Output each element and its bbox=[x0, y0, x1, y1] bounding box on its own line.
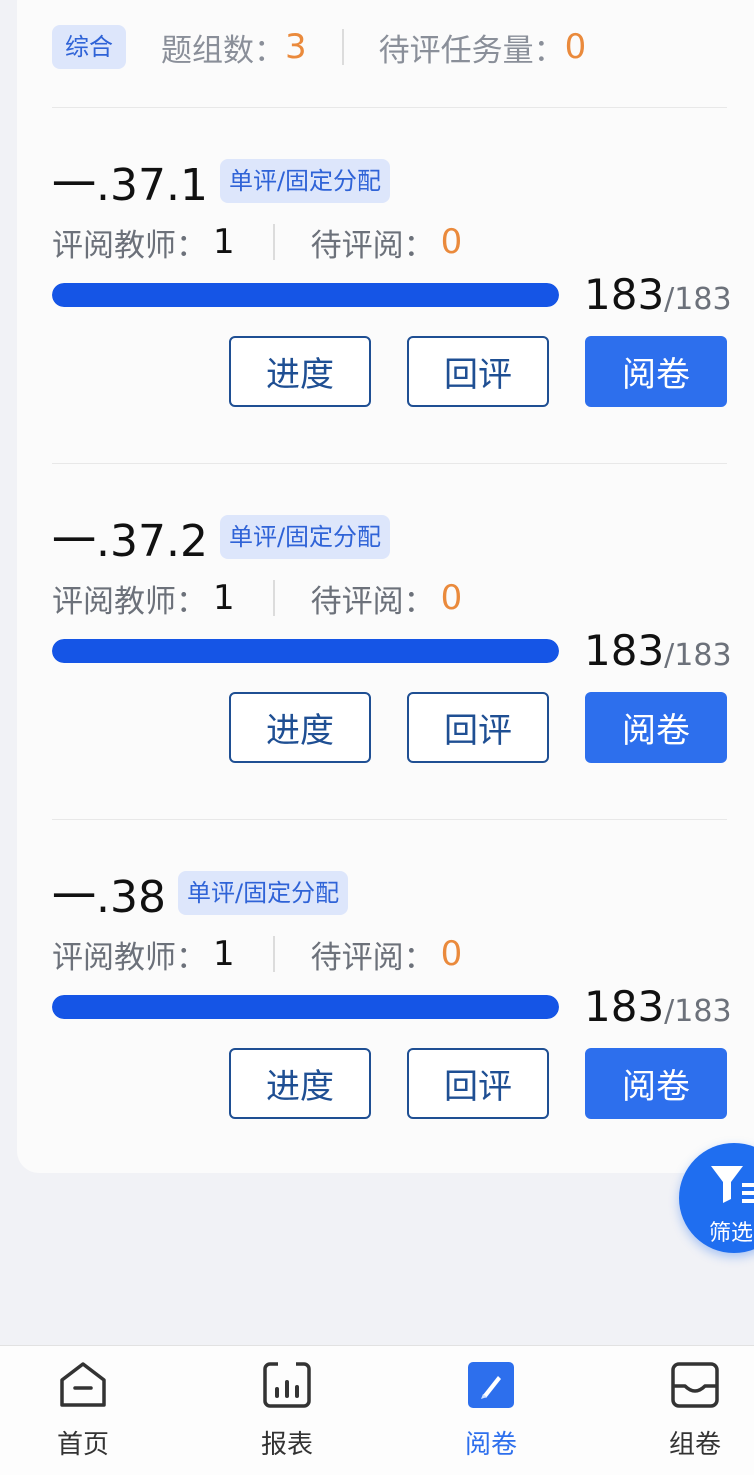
tab-marking[interactable]: 阅卷 bbox=[431, 1346, 551, 1475]
group-count-value: 3 bbox=[285, 27, 307, 67]
teacher-count-value: 1 bbox=[213, 578, 235, 618]
progress-total: /183 bbox=[664, 638, 732, 673]
section-divider bbox=[52, 819, 727, 820]
question-group-item: 一.38 单评/固定分配 评阅教师： 1 待评阅： 0 183/183 进度 回… bbox=[0, 864, 754, 1164]
group-count-label: 题组数： bbox=[161, 32, 285, 69]
report-icon bbox=[263, 1362, 311, 1408]
exam-summary: 综合 题组数： 3 待评任务量： 0 bbox=[52, 25, 586, 69]
section-divider bbox=[52, 107, 727, 108]
pending-label: 待评阅： bbox=[310, 227, 435, 264]
divider bbox=[341, 29, 344, 65]
tab-report[interactable]: 报表 bbox=[227, 1346, 347, 1475]
pending-label: 待评阅： bbox=[310, 583, 435, 620]
progress-button[interactable]: 进度 bbox=[229, 336, 371, 407]
question-group-header: 一.38 单评/固定分配 bbox=[52, 864, 349, 923]
progress-bar-fill bbox=[52, 283, 559, 307]
progress-button[interactable]: 进度 bbox=[229, 692, 371, 763]
question-group-meta: 评阅教师： 1 待评阅： 0 bbox=[52, 220, 462, 264]
question-group-header: 一.37.2 单评/固定分配 bbox=[52, 508, 391, 567]
review-button[interactable]: 回评 bbox=[407, 1048, 549, 1119]
bottom-tab-bar: 首页 报表 阅卷 组卷 bbox=[0, 1345, 754, 1475]
progress-count: 183/183 bbox=[584, 626, 732, 676]
progress-bar-fill bbox=[52, 639, 559, 663]
pending-value: 0 bbox=[440, 578, 463, 618]
progress-count: 183/183 bbox=[584, 982, 732, 1032]
teacher-count-label: 评阅教师： bbox=[52, 583, 207, 620]
divider bbox=[272, 936, 275, 972]
question-group-header: 一.37.1 单评/固定分配 bbox=[52, 152, 391, 211]
progress-total: /183 bbox=[664, 994, 732, 1029]
divider bbox=[272, 580, 275, 616]
pending-label: 待评阅： bbox=[310, 939, 435, 976]
marking-icon bbox=[468, 1362, 514, 1408]
question-group-item: 一.37.2 单评/固定分配 评阅教师： 1 待评阅： 0 183/183 进度… bbox=[0, 508, 754, 808]
progress-done: 183 bbox=[584, 270, 665, 319]
pending-tasks-label: 待评任务量： bbox=[378, 32, 565, 69]
tab-compose-label: 组卷 bbox=[668, 1430, 721, 1460]
filter-icon bbox=[711, 1166, 754, 1203]
teacher-count-value: 1 bbox=[213, 934, 235, 974]
progress-done: 183 bbox=[584, 982, 665, 1031]
tab-home[interactable]: 首页 bbox=[23, 1346, 143, 1475]
question-group-title: 一.37.1 bbox=[52, 160, 208, 211]
category-tag: 综合 bbox=[52, 25, 126, 69]
progress-done: 183 bbox=[584, 626, 665, 675]
pending-value: 0 bbox=[440, 934, 463, 974]
progress-bar-fill bbox=[52, 995, 559, 1019]
question-group-title: 一.37.2 bbox=[52, 516, 208, 567]
question-group-meta: 评阅教师： 1 待评阅： 0 bbox=[52, 932, 462, 976]
mark-papers-button[interactable]: 阅卷 bbox=[585, 692, 727, 763]
teacher-count-value: 1 bbox=[213, 222, 235, 262]
progress-count: 183/183 bbox=[584, 270, 732, 320]
tab-home-label: 首页 bbox=[56, 1430, 109, 1460]
progress-bar bbox=[52, 283, 559, 307]
teacher-count-label: 评阅教师： bbox=[52, 939, 207, 976]
question-group-title: 一.38 bbox=[52, 872, 166, 923]
progress-total: /183 bbox=[664, 282, 732, 317]
pending-value: 0 bbox=[440, 222, 463, 262]
divider bbox=[272, 224, 275, 260]
mark-papers-button[interactable]: 阅卷 bbox=[585, 1048, 727, 1119]
filter-label: 筛选 bbox=[709, 1221, 754, 1246]
progress-bar bbox=[52, 995, 559, 1019]
mark-papers-button[interactable]: 阅卷 bbox=[585, 336, 727, 407]
compose-paper-icon bbox=[671, 1362, 719, 1408]
marking-mode-tag: 单评/固定分配 bbox=[219, 515, 391, 559]
progress-bar bbox=[52, 639, 559, 663]
review-button[interactable]: 回评 bbox=[407, 336, 549, 407]
marking-mode-tag: 单评/固定分配 bbox=[177, 871, 349, 915]
home-icon bbox=[60, 1362, 106, 1407]
section-divider bbox=[52, 463, 727, 464]
pending-tasks-value: 0 bbox=[564, 27, 587, 67]
teacher-count-label: 评阅教师： bbox=[52, 227, 207, 264]
tab-marking-label: 阅卷 bbox=[464, 1430, 517, 1460]
marking-mode-tag: 单评/固定分配 bbox=[219, 159, 391, 203]
tab-report-label: 报表 bbox=[260, 1430, 313, 1460]
question-group-meta: 评阅教师： 1 待评阅： 0 bbox=[52, 576, 462, 620]
review-button[interactable]: 回评 bbox=[407, 692, 549, 763]
progress-button[interactable]: 进度 bbox=[229, 1048, 371, 1119]
tab-compose[interactable]: 组卷 bbox=[635, 1346, 754, 1475]
question-group-item: 一.37.1 单评/固定分配 评阅教师： 1 待评阅： 0 183/183 进度… bbox=[0, 152, 754, 452]
